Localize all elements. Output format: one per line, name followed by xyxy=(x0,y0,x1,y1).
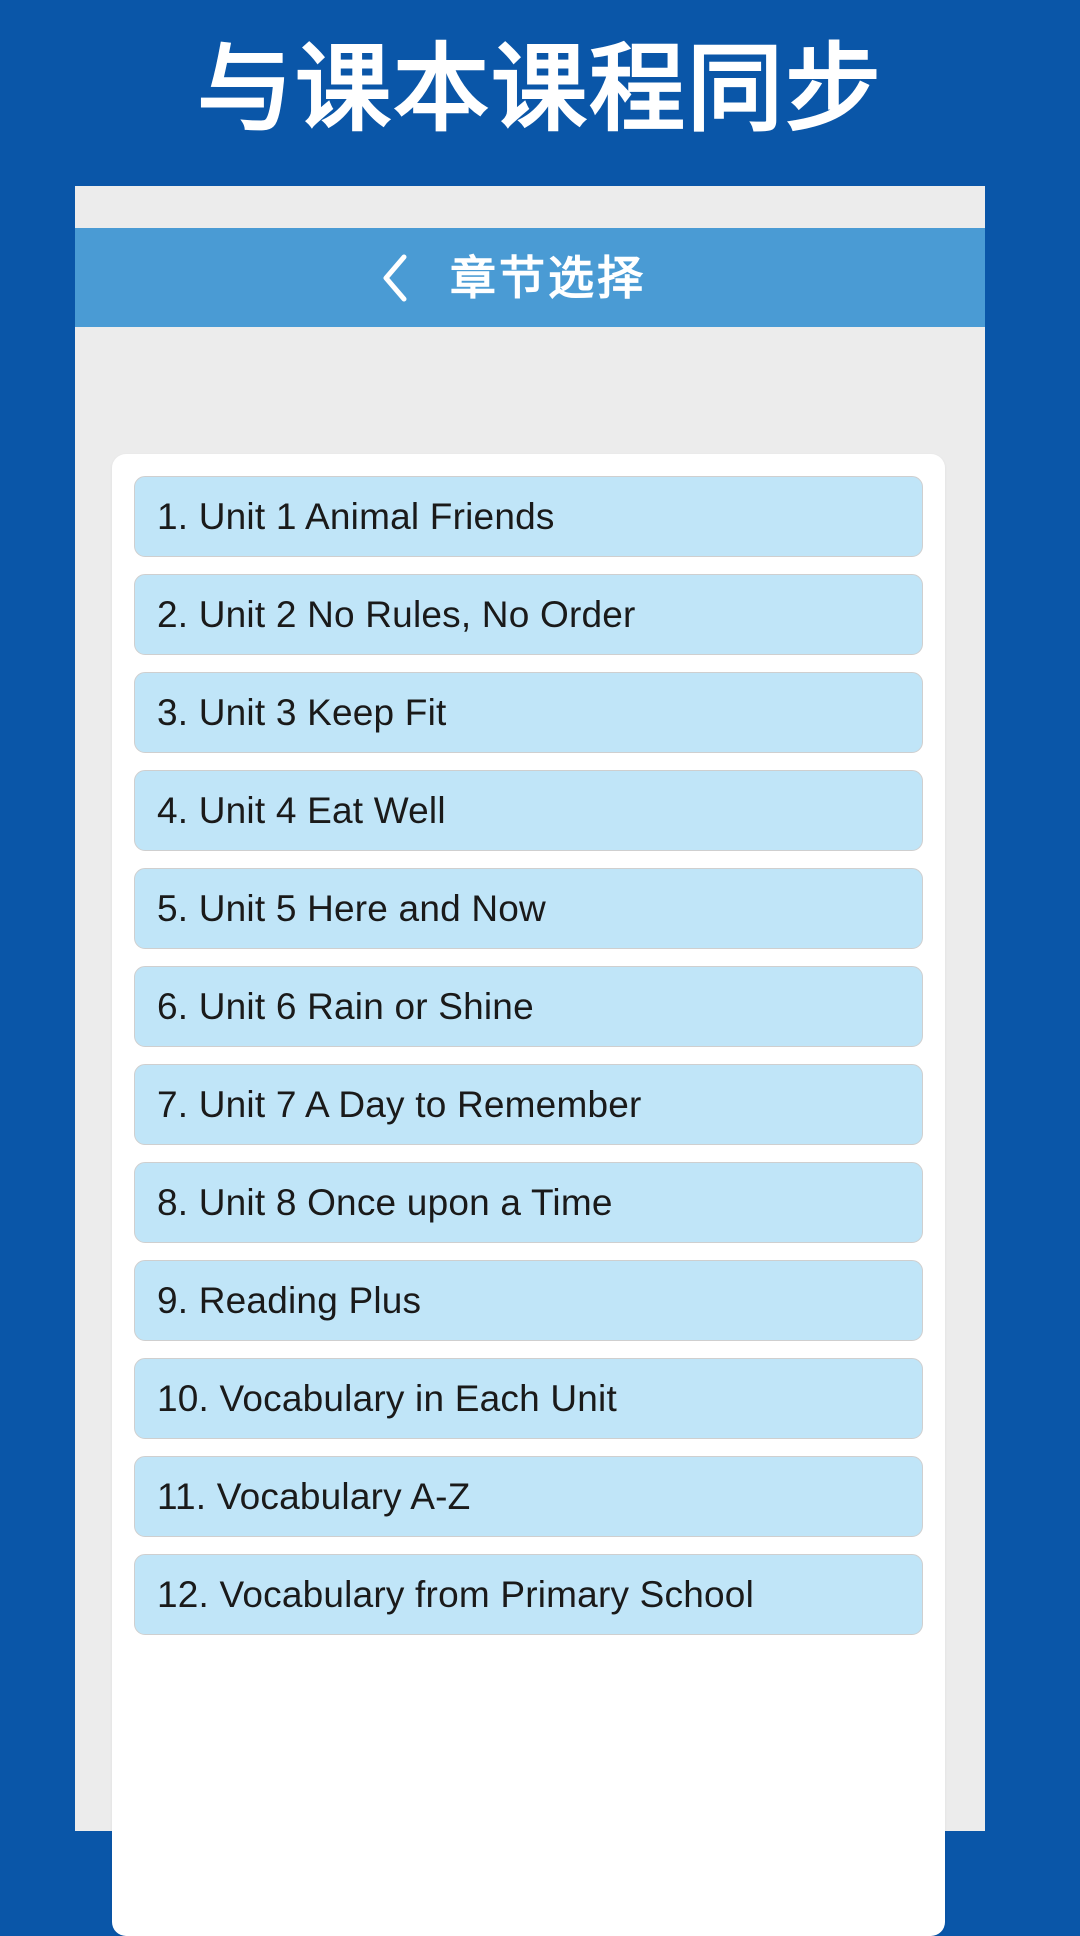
app-navbar-title: 章节选择 xyxy=(450,250,646,305)
chapter-list-item[interactable]: 7. Unit 7 A Day to Remember xyxy=(134,1064,923,1145)
chapter-list-item[interactable]: 12. Vocabulary from Primary School xyxy=(134,1554,923,1635)
chapter-list-item-label: 9. Reading Plus xyxy=(157,1280,422,1321)
chapter-list-item-label: 1. Unit 1 Animal Friends xyxy=(157,496,555,537)
chapter-list-item[interactable]: 11. Vocabulary A-Z xyxy=(134,1456,923,1537)
chapter-list-item[interactable]: 3. Unit 3 Keep Fit xyxy=(134,672,923,753)
chapter-list-item[interactable]: 2. Unit 2 No Rules, No Order xyxy=(134,574,923,655)
chapter-list-item[interactable]: 8. Unit 8 Once upon a Time xyxy=(134,1162,923,1243)
chapter-list-item[interactable]: 1. Unit 1 Animal Friends xyxy=(134,476,923,557)
app-screenshot-frame: 章节选择 1. Unit 1 Animal Friends 2. Unit 2 N… xyxy=(75,186,985,1936)
app-navbar: 章节选择 xyxy=(75,228,985,327)
chapter-list-item[interactable]: 9. Reading Plus xyxy=(134,1260,923,1341)
chapter-list-item[interactable]: 5. Unit 5 Here and Now xyxy=(134,868,923,949)
chapter-list-item-label: 7. Unit 7 A Day to Remember xyxy=(157,1084,642,1125)
chapter-list-item[interactable]: 6. Unit 6 Rain or Shine xyxy=(134,966,923,1047)
chapter-list-item-label: 10. Vocabulary in Each Unit xyxy=(157,1378,617,1419)
chapter-list-item[interactable]: 4. Unit 4 Eat Well xyxy=(134,770,923,851)
chapter-list: 1. Unit 1 Animal Friends 2. Unit 2 No Rul… xyxy=(112,454,945,1635)
chapter-list-item-label: 6. Unit 6 Rain or Shine xyxy=(157,986,534,1027)
promo-headline: 与课本课程同步 xyxy=(197,33,883,145)
chapter-list-item[interactable]: 10. Vocabulary in Each Unit xyxy=(134,1358,923,1439)
chapter-list-item-label: 12. Vocabulary from Primary School xyxy=(157,1574,754,1615)
chapter-content-area: 1. Unit 1 Animal Friends 2. Unit 2 No Rul… xyxy=(75,327,985,1936)
promo-screen: 与课本课程同步 章节选择 1. Unit 1 Animal Friends 2. … xyxy=(0,0,1080,1936)
chapter-list-item-label: 11. Vocabulary A-Z xyxy=(157,1476,471,1517)
chapter-list-item-label: 4. Unit 4 Eat Well xyxy=(157,790,446,831)
chapter-list-item-label: 5. Unit 5 Here and Now xyxy=(157,888,546,929)
chapter-card: 1. Unit 1 Animal Friends 2. Unit 2 No Rul… xyxy=(112,454,945,1936)
chapter-list-item-label: 3. Unit 3 Keep Fit xyxy=(157,692,447,733)
chapter-list-item-label: 8. Unit 8 Once upon a Time xyxy=(157,1182,613,1223)
chapter-list-item-label: 2. Unit 2 No Rules, No Order xyxy=(157,594,636,635)
chevron-left-icon[interactable] xyxy=(378,251,412,305)
